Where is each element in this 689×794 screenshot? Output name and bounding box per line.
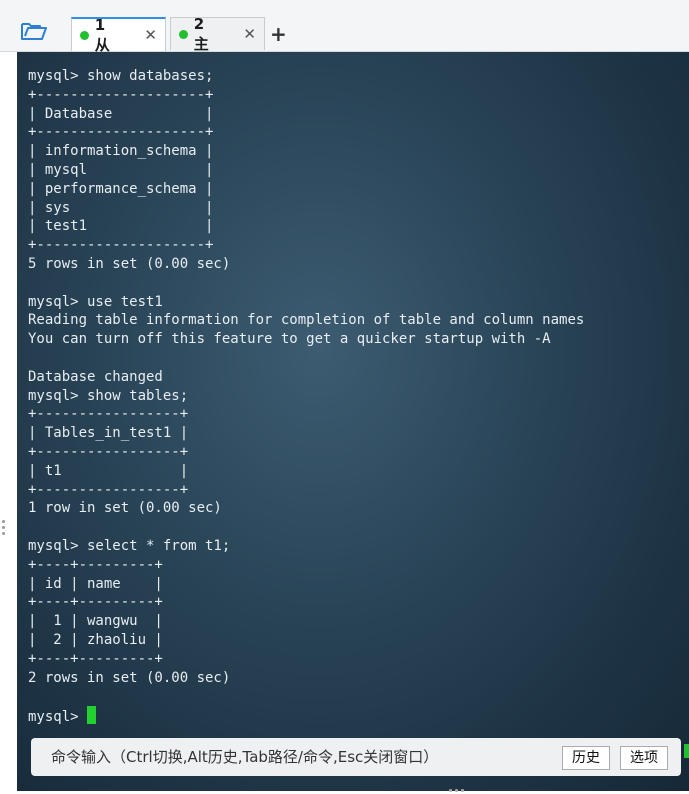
status-dot-icon [179,29,188,39]
text-cursor [87,706,97,725]
terminal-line: +--------------------+ [28,237,214,254]
command-bar: 历史 选项 [31,738,681,776]
terminal-line: mysql> select * from t1; [28,537,231,554]
terminal-line: +----+---------+ [28,556,163,573]
resize-handle-bottom[interactable] [449,789,467,793]
terminal-line: You can turn off this feature to get a q… [28,331,551,348]
terminal-line: | Tables_in_test1 | [28,425,189,442]
terminal-line: 5 rows in set (0.00 sec) [28,255,231,272]
terminal-line: +--------------------+ [28,86,214,103]
terminal-line: | mysql | [28,161,214,178]
terminal-line: +----+---------+ [28,594,163,611]
terminal-line: +-----------------+ [28,443,189,460]
tab-label: 1 从 [94,15,110,54]
tab-session-1[interactable]: 1 从 ✕ [71,16,166,54]
terminal-pane[interactable]: mysql> show databases; +----------------… [17,52,689,791]
terminal-line: | sys | [28,199,214,216]
terminal-prompt: mysql> [28,709,88,726]
status-indicator [684,744,689,758]
terminal-line: | 2 | zhaoliu | [28,631,163,648]
terminal-line: Reading table information for completion… [28,312,585,329]
terminal-line: | id | name | [28,575,163,592]
close-icon[interactable]: ✕ [144,26,157,44]
terminal-line: | Database | [28,105,214,122]
terminal-line: +--------------------+ [28,124,214,141]
folder-open-icon [21,23,47,40]
terminal-line: +-----------------+ [28,406,189,423]
close-icon[interactable]: ✕ [243,25,256,43]
terminal-line: +----+---------+ [28,650,163,667]
terminal-line: mysql> use test1 [28,293,163,310]
terminal-line: mysql> show databases; [28,68,214,84]
terminal-output: mysql> show databases; +----------------… [28,67,584,727]
terminal-line: | test1 | [28,218,214,235]
plus-icon[interactable]: + [270,22,287,46]
terminal-line: mysql> show tables; [28,387,189,404]
terminal-line: 2 rows in set (0.00 sec) [28,669,231,686]
terminal-line: Database changed [28,368,163,385]
tab-session-2[interactable]: 2 主 ✕ [170,15,265,53]
open-session-button[interactable] [16,16,52,46]
tab-label: 2 主 [193,14,209,53]
status-dot-icon [80,30,89,40]
terminal-lines: mysql> show databases; +----------------… [28,68,584,686]
terminal-line: +-----------------+ [28,481,189,498]
terminal-line: | t1 | [28,462,189,479]
options-button[interactable]: 选项 [620,746,668,770]
command-input[interactable] [31,738,551,776]
terminal-line: | performance_schema | [28,180,214,197]
history-button[interactable]: 历史 [562,746,610,770]
terminal-line: | 1 | wangwu | [28,613,163,630]
terminal-line: | information_schema | [28,143,214,160]
terminal-line: 1 row in set (0.00 sec) [28,500,222,517]
resize-handle-left[interactable] [2,520,6,540]
tab-bar: 1 从 ✕ 2 主 ✕ + [0,0,689,54]
